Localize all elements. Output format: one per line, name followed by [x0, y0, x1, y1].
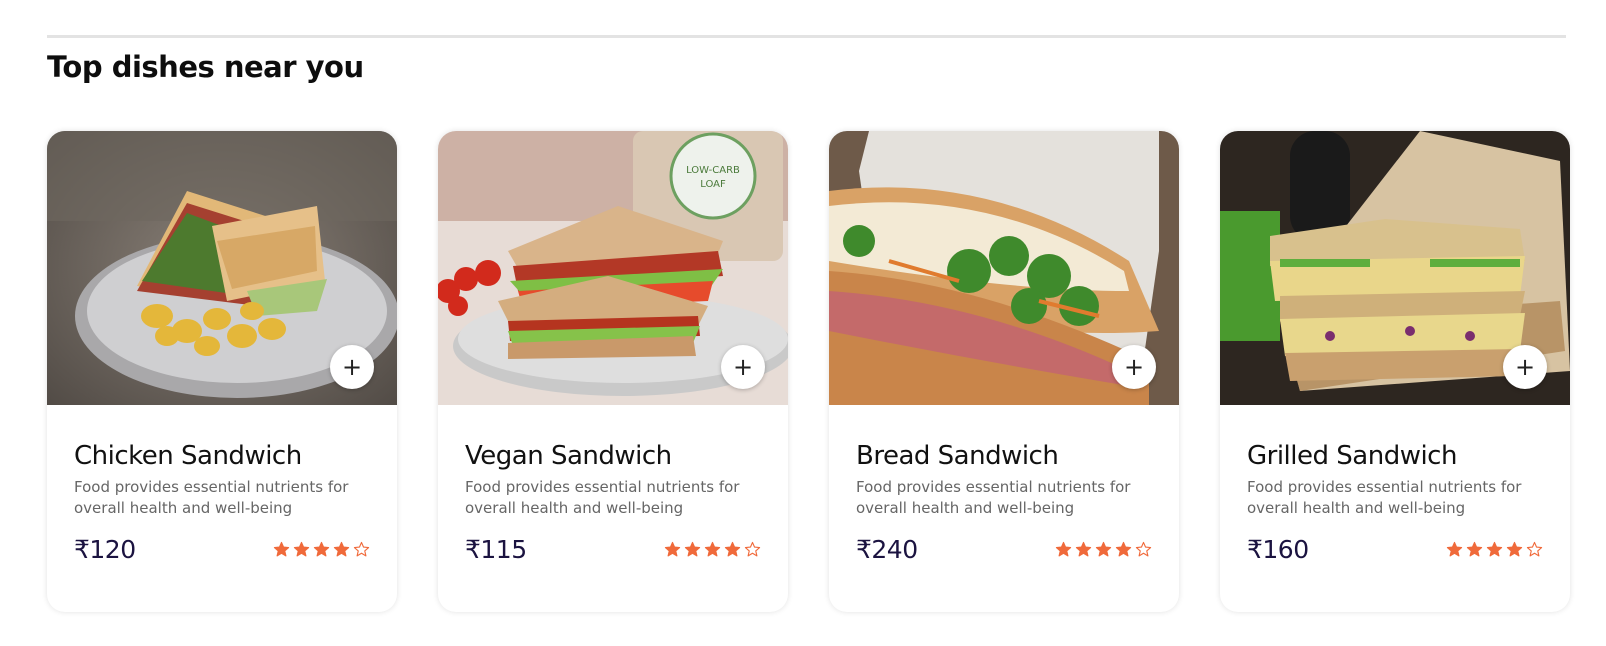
- section-title: Top dishes near you: [47, 50, 364, 84]
- dish-image: +: [1220, 131, 1570, 405]
- star-empty-icon: [1526, 541, 1543, 558]
- dish-description: Food provides essential nutrients for ov…: [74, 478, 349, 517]
- add-to-cart-button[interactable]: +: [1112, 345, 1156, 389]
- star-rating: [273, 541, 370, 558]
- dish-description: Food provides essential nutrients for ov…: [465, 478, 740, 517]
- star-filled-icon: [293, 541, 310, 558]
- star-filled-icon: [1466, 541, 1483, 558]
- dish-name: Vegan Sandwich: [465, 441, 672, 471]
- star-filled-icon: [664, 541, 681, 558]
- dish-name: Bread Sandwich: [856, 441, 1059, 471]
- star-filled-icon: [333, 541, 350, 558]
- svg-text:LOW-CARB: LOW-CARB: [686, 165, 740, 176]
- star-rating: [1055, 541, 1152, 558]
- star-filled-icon: [1506, 541, 1523, 558]
- add-to-cart-button[interactable]: +: [1503, 345, 1547, 389]
- star-rating: [664, 541, 761, 558]
- star-filled-icon: [313, 541, 330, 558]
- dish-card[interactable]: + Grilled Sandwich Food provides essenti…: [1220, 131, 1570, 612]
- dish-price: ₹240: [856, 535, 918, 564]
- star-empty-icon: [744, 541, 761, 558]
- dish-card[interactable]: LOW-CARB LOAF + Vegan Sandwich Food prov…: [438, 131, 788, 612]
- section-divider: [47, 35, 1566, 38]
- dish-card[interactable]: + Bread Sandwich Food provides essential…: [829, 131, 1179, 612]
- star-filled-icon: [273, 541, 290, 558]
- star-filled-icon: [704, 541, 721, 558]
- add-to-cart-button[interactable]: +: [721, 345, 765, 389]
- star-filled-icon: [1486, 541, 1503, 558]
- star-filled-icon: [1055, 541, 1072, 558]
- star-empty-icon: [1135, 541, 1152, 558]
- dish-image: +: [47, 131, 397, 405]
- svg-text:LOAF: LOAF: [700, 179, 726, 190]
- dish-name: Grilled Sandwich: [1247, 441, 1457, 471]
- star-filled-icon: [1446, 541, 1463, 558]
- dish-name: Chicken Sandwich: [74, 441, 302, 471]
- star-rating: [1446, 541, 1543, 558]
- star-empty-icon: [353, 541, 370, 558]
- star-filled-icon: [1095, 541, 1112, 558]
- dish-image: +: [829, 131, 1179, 405]
- dish-card-list: + Chicken Sandwich Food provides essenti…: [47, 131, 1570, 612]
- star-filled-icon: [684, 541, 701, 558]
- add-to-cart-button[interactable]: +: [330, 345, 374, 389]
- dish-price: ₹160: [1247, 535, 1309, 564]
- dish-description: Food provides essential nutrients for ov…: [1247, 478, 1522, 517]
- dish-image: LOW-CARB LOAF +: [438, 131, 788, 405]
- dish-description: Food provides essential nutrients for ov…: [856, 478, 1131, 517]
- star-filled-icon: [1115, 541, 1132, 558]
- star-filled-icon: [724, 541, 741, 558]
- dish-price: ₹115: [465, 535, 527, 564]
- dish-price: ₹120: [74, 535, 136, 564]
- dish-card[interactable]: + Chicken Sandwich Food provides essenti…: [47, 131, 397, 612]
- star-filled-icon: [1075, 541, 1092, 558]
